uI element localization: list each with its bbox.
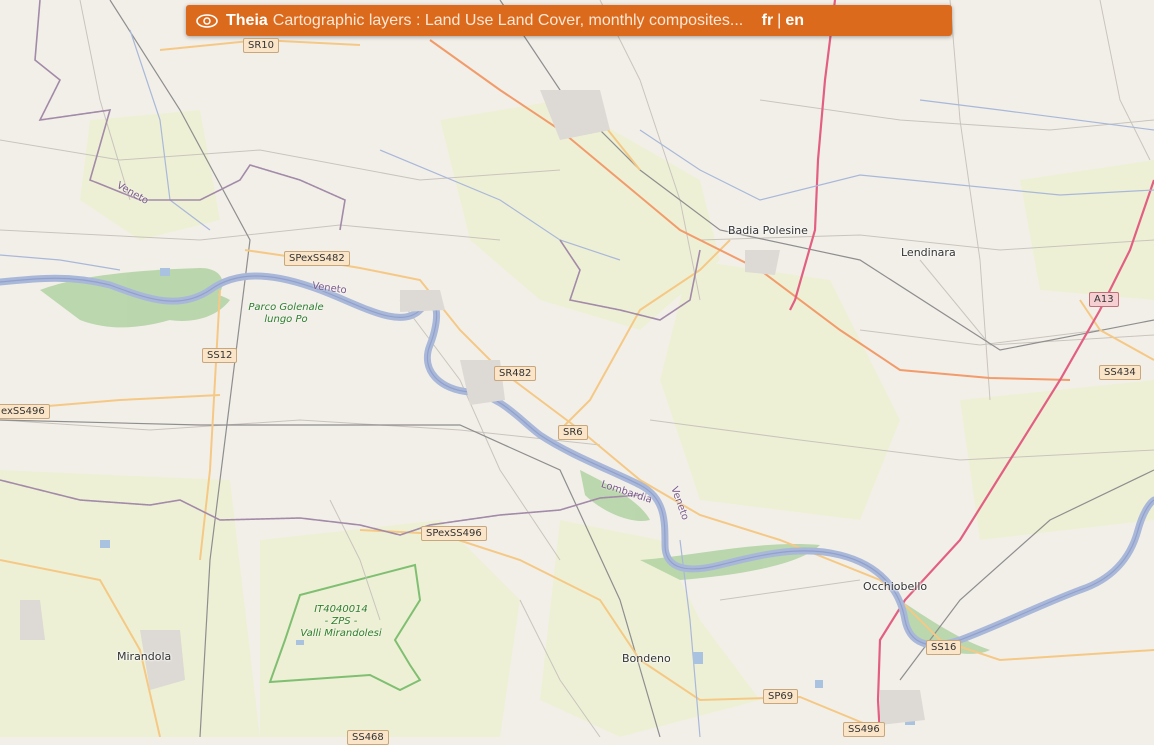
lang-en-link[interactable]: en	[785, 12, 804, 29]
language-switcher: fr | en	[762, 12, 804, 30]
eye-icon[interactable]	[194, 11, 220, 31]
lang-fr-link[interactable]: fr	[762, 12, 774, 29]
place-label-mirandola: Mirandola	[117, 650, 172, 663]
brand-name[interactable]: Theia	[226, 12, 268, 30]
road-shield-ss16: SS16	[926, 640, 962, 655]
road-shield-sr10: SR10	[243, 38, 280, 53]
road-shield-ss496: SS496	[843, 722, 885, 737]
road-shield-spexss482: SPexSS482	[284, 251, 350, 266]
road-shield-a13: A13	[1089, 292, 1119, 307]
park-label-zps: IT4040014 - ZPS - Valli Mirandolesi	[300, 604, 382, 639]
lang-separator: |	[777, 11, 782, 29]
place-label-badia: Badia Polesine	[728, 224, 808, 237]
place-label-lendinara: Lendinara	[901, 246, 956, 259]
road-shield-sr482: SR482	[494, 366, 537, 381]
road-shield-ss12: SS12	[202, 348, 238, 363]
place-label-bondeno: Bondeno	[622, 652, 671, 665]
place-label-occhiobello: Occhiobello	[863, 580, 928, 593]
layer-description[interactable]: Cartographic layers : Land Use Land Cove…	[273, 12, 743, 30]
road-shield-exss496: exSS496	[0, 404, 50, 419]
map-canvas[interactable]	[0, 0, 1154, 737]
park-label-po: Parco Golenale lungo Po	[248, 302, 324, 325]
road-shield-spexss496: SPexSS496	[421, 526, 487, 541]
road-shield-sr6: SR6	[558, 425, 588, 440]
road-shield-sp69: SP69	[763, 689, 799, 704]
road-shield-ss468: SS468	[347, 730, 389, 745]
top-bar: Theia Cartographic layers : Land Use Lan…	[186, 5, 952, 36]
road-shield-ss434: SS434	[1099, 365, 1141, 380]
